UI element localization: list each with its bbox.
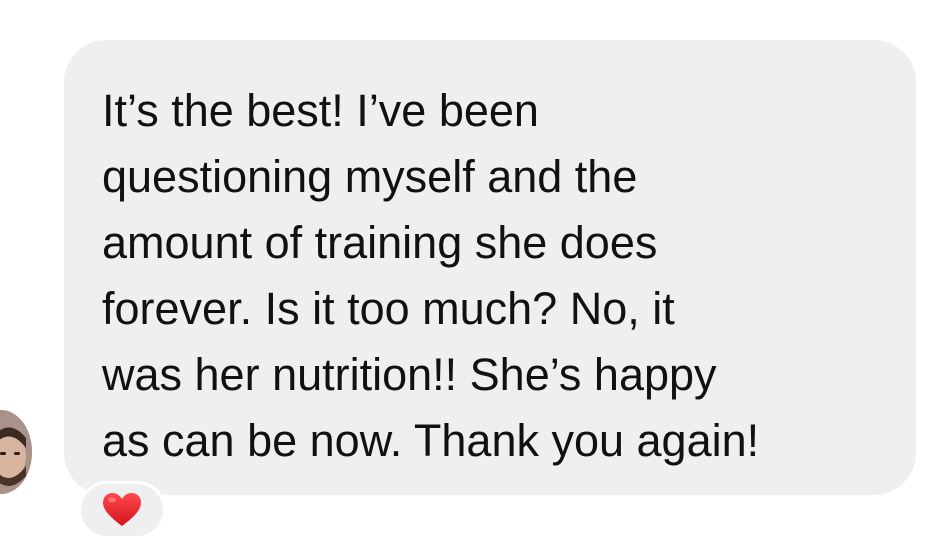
reaction-badge[interactable] — [78, 481, 166, 539]
reaction-pill — [81, 484, 163, 536]
heart-icon — [102, 492, 142, 528]
avatar[interactable] — [0, 410, 32, 494]
message-thread: It’s the best! I’ve been questioning mys… — [0, 0, 941, 555]
message-text: It’s the best! I’ve been questioning mys… — [102, 85, 760, 466]
message-bubble[interactable]: It’s the best! I’ve been questioning mys… — [64, 40, 916, 495]
avatar-photo — [0, 410, 32, 494]
